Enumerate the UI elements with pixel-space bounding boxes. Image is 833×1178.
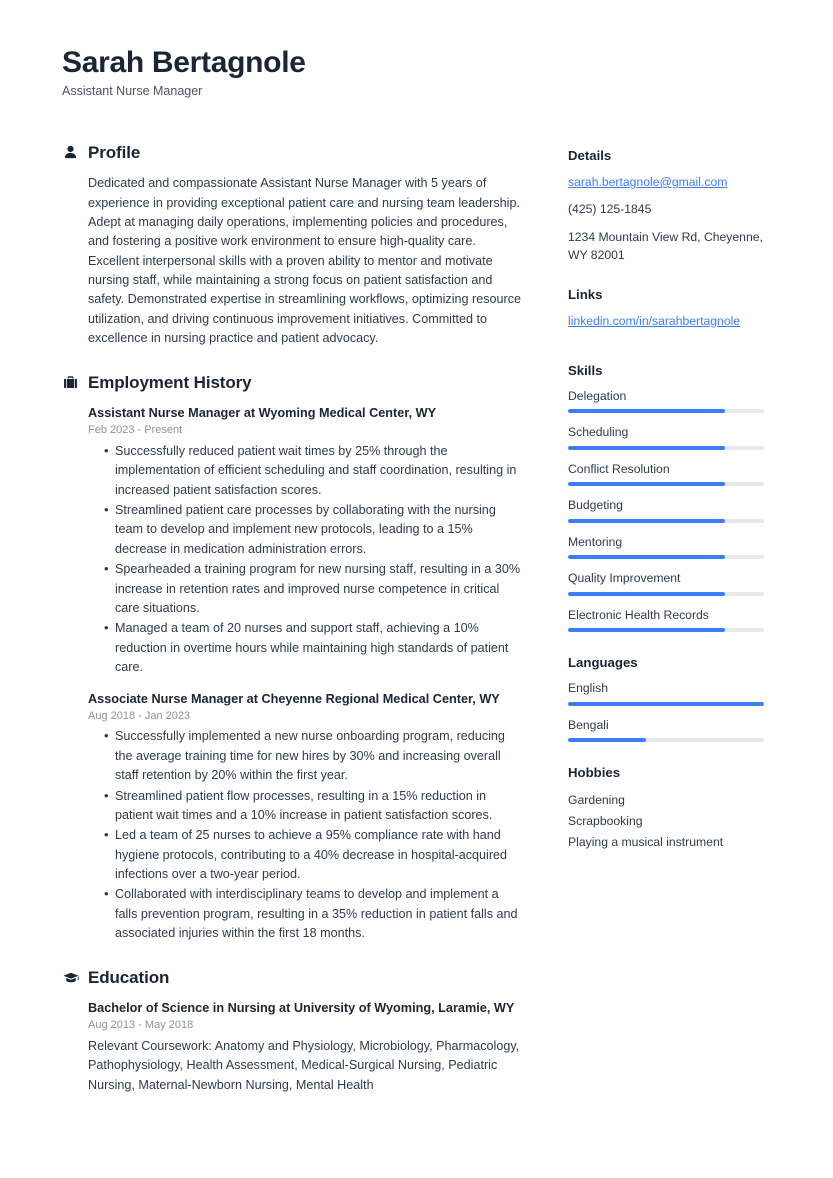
linkedin-link[interactable]: linkedin.com/in/sarahbertagnole [568,312,740,330]
hobby-item: Scrapbooking [568,814,643,829]
skill-item: Delegation [568,388,778,414]
bullet-item: Streamlined patient care processes by co… [104,500,524,559]
employment-entry: Associate Nurse Manager at Cheyenne Regi… [88,690,524,944]
sidebar-block-skills: Skills Delegation Scheduling Conflict Re… [568,362,778,632]
resume-body: Profile Dedicated and compassionate Assi… [62,143,773,1119]
section-employment-history: Employment History Assistant Nurse Manag… [62,373,524,944]
education-entry-description: Relevant Coursework: Anatomy and Physiol… [88,1038,520,1092]
language-label: Bengali [568,717,609,732]
skill-item: Quality Improvement [568,570,778,596]
candidate-name: Sarah Bertagnole [62,46,306,79]
profile-text: Dedicated and compassionate Assistant Nu… [88,176,522,346]
bullet-item: Spearheaded a training program for new n… [104,559,524,618]
candidate-job-title: Assistant Nurse Manager [62,83,203,98]
skill-level-track [568,627,764,632]
address-text: 1234 Mountain View Rd, Cheyenne, WY 8200… [568,229,763,262]
employment-entry-bullets: Successfully reduced patient wait times … [88,441,524,678]
education-entry-title: Bachelor of Science in Nursing at Univer… [88,1001,515,1016]
skill-item: Electronic Health Records [568,607,778,632]
employment-entry-bullets: Successfully implemented a new nurse onb… [88,726,524,943]
skill-item: Scheduling [568,424,778,450]
language-level-track [568,701,764,706]
employment-entry-date: Feb 2023 - Present [88,424,183,437]
skill-level-fill [568,409,725,414]
skill-label: Electronic Health Records [568,607,709,622]
sidebar-hobbies-title: Hobbies [568,765,621,781]
language-level-fill [568,701,764,706]
language-item: English [568,680,778,706]
bullet-item: Managed a team of 20 nurses and support … [104,618,524,677]
sidebar-block-links: Links linkedin.com/in/sarahbertagnole [568,286,778,339]
section-education-header: Education [62,968,524,988]
hobby-item: Playing a musical instrument [568,835,724,850]
skill-level-track [568,518,764,523]
skill-label: Delegation [568,388,627,403]
skill-level-track [568,555,764,560]
skill-item: Budgeting [568,497,778,523]
skill-level-fill [568,445,725,450]
briefcase-icon [62,374,79,391]
hobby-item: Gardening [568,793,625,808]
section-education: Education Bachelor of Science in Nursing… [62,968,524,1095]
section-education-body: Bachelor of Science in Nursing at Univer… [62,999,524,1095]
skill-item: Mentoring [568,534,778,560]
bullet-item: Successfully reduced patient wait times … [104,441,524,500]
employment-entry-title: Assistant Nurse Manager at Wyoming Medic… [88,406,437,421]
bullet-item: Streamlined patient flow processes, resu… [104,786,524,826]
skill-level-fill [568,482,725,487]
resume-page: Sarah Bertagnole Assistant Nurse Manager… [0,0,833,1178]
skill-level-fill [568,555,725,560]
education-entry-date: Aug 2013 - May 2018 [88,1019,194,1032]
skill-level-fill [568,627,725,632]
skill-label: Mentoring [568,534,623,549]
section-employment-title: Employment History [88,372,252,392]
sidebar-column: Details sarah.bertagnole@gmail.com (425)… [568,143,778,875]
skill-level-fill [568,518,725,523]
resume-header: Sarah Bertagnole Assistant Nurse Manager [62,46,773,99]
person-icon [62,144,79,161]
sidebar-languages-title: Languages [568,654,638,670]
skill-level-fill [568,591,725,596]
skill-item: Conflict Resolution [568,461,778,487]
skill-label: Quality Improvement [568,571,681,586]
bullet-item: Successfully implemented a new nurse onb… [104,726,524,785]
graduation-cap-icon [62,969,79,986]
skill-level-track [568,591,764,596]
education-entry: Bachelor of Science in Nursing at Univer… [88,999,524,1095]
skill-label: Conflict Resolution [568,461,670,476]
sidebar-block-languages: Languages English Bengali [568,654,778,743]
section-profile-header: Profile [62,143,524,163]
language-item: Bengali [568,717,778,743]
skill-label: Budgeting [568,498,623,513]
section-employment-header: Employment History [62,373,524,393]
language-level-track [568,738,764,743]
sidebar-block-hobbies: Hobbies Gardening Scrapbooking Playing a… [568,764,778,853]
section-profile: Profile Dedicated and compassionate Assi… [62,143,524,349]
bullet-item: Led a team of 25 nurses to achieve a 95%… [104,825,524,884]
language-label: English [568,681,608,696]
section-profile-title: Profile [88,142,141,162]
sidebar-block-details: Details sarah.bertagnole@gmail.com (425)… [568,147,778,264]
employment-entry-title: Associate Nurse Manager at Cheyenne Regi… [88,691,500,706]
skill-level-track [568,482,764,487]
section-education-title: Education [88,967,170,987]
section-profile-body: Dedicated and compassionate Assistant Nu… [62,174,524,349]
language-level-fill [568,738,647,743]
sidebar-details-title: Details [568,147,612,163]
skill-level-track [568,409,764,414]
email-link[interactable]: sarah.bertagnole@gmail.com [568,173,727,191]
main-column: Profile Dedicated and compassionate Assi… [62,143,524,1119]
sidebar-skills-title: Skills [568,362,603,378]
skill-level-track [568,445,764,450]
section-employment-body: Assistant Nurse Manager at Wyoming Medic… [62,404,524,944]
employment-entry: Assistant Nurse Manager at Wyoming Medic… [88,404,524,677]
sidebar-links-title: Links [568,287,603,303]
employment-entry-date: Aug 2018 - Jan 2023 [88,709,191,722]
skill-label: Scheduling [568,425,629,440]
phone-text: (425) 125-1845 [568,202,652,217]
bullet-item: Collaborated with interdisciplinary team… [104,884,524,943]
